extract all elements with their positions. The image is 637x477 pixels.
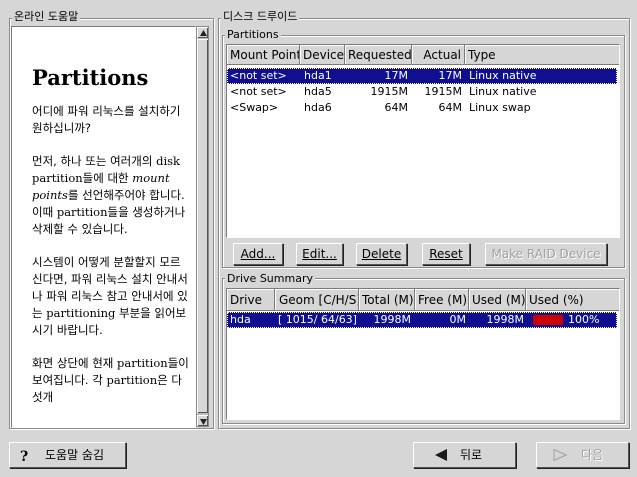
scroll-down-arrow-icon[interactable] — [197, 415, 208, 426]
column-header-drive[interactable]: Drive — [227, 289, 275, 311]
help-scrollbar[interactable] — [196, 26, 209, 427]
column-header-type[interactable]: Type — [465, 45, 619, 65]
help-heading: Partitions — [32, 65, 149, 90]
column-header-mount-point[interactable]: Mount Point — [227, 45, 300, 65]
column-header-free[interactable]: Free (M) — [415, 289, 469, 311]
usage-percent-label: 100% — [568, 313, 600, 326]
help-text-view[interactable]: Partitions 어디에 파워 리눅스를 설치하기 원하십니까? 먼저, 하… — [11, 26, 196, 428]
partitions-group-label: Partitions — [225, 28, 281, 41]
table-row[interactable]: hda [ 1015/ 64/63] 1998M 0M 1998M 100% — [227, 312, 617, 328]
help-paragraph-1: 어디에 파워 리눅스를 설치하기 원하십니까? — [32, 104, 181, 135]
column-header-used[interactable]: Used (M) — [469, 289, 526, 311]
edit-button[interactable]: Edit... — [296, 243, 343, 265]
help-panel-title: 온라인 도움말 — [12, 10, 81, 23]
column-header-geom[interactable]: Geom [C/H/S] — [275, 289, 359, 311]
drive-summary-group-label: Drive Summary — [225, 272, 315, 285]
usage-bar-fill — [533, 315, 563, 325]
scroll-up-arrow-icon[interactable] — [197, 27, 208, 38]
column-header-total[interactable]: Total (M) — [359, 289, 415, 311]
delete-button[interactable]: Delete — [356, 243, 407, 265]
help-paragraph-3: 시스템이 어떻게 분할할지 모르신다면, 파워 리눅스 설치 안내서나 파워 리… — [32, 255, 188, 337]
make-raid-device-button[interactable]: Make RAID Device — [485, 243, 607, 265]
hide-help-button[interactable]: ? 도움말 숨김 — [9, 442, 126, 468]
partitions-table[interactable]: Mount Point Device Requested Actual Type… — [226, 44, 620, 238]
next-arrow-icon — [553, 449, 567, 461]
add-button[interactable]: Add... — [233, 243, 283, 265]
column-header-requested[interactable]: Requested — [345, 45, 412, 65]
next-button[interactable]: 다음 — [536, 442, 629, 468]
column-header-used-percent[interactable]: Used (%) — [526, 289, 619, 311]
help-paragraph-4: 화면 상단에 현재 partition들이 보여집니다. 각 partition… — [32, 356, 189, 404]
help-paragraph-2: 먼저, 하나 또는 여러개의 disk partition들에 대한 mount… — [32, 154, 186, 236]
help-icon: ? — [20, 449, 29, 465]
back-arrow-icon — [435, 449, 447, 461]
table-row[interactable]: <not set> hda5 1915M 1915M Linux native — [227, 84, 617, 100]
column-header-device[interactable]: Device — [300, 45, 345, 65]
drive-summary-table[interactable]: Drive Geom [C/H/S] Total (M) Free (M) Us… — [226, 288, 620, 420]
disk-druid-title: 디스크 드루이드 — [221, 10, 300, 23]
back-button[interactable]: 뒤로 — [413, 442, 516, 468]
column-header-actual[interactable]: Actual — [412, 45, 465, 65]
table-row[interactable]: <Swap> hda6 64M 64M Linux swap — [227, 100, 617, 116]
table-row[interactable]: <not set> hda1 17M 17M Linux native — [227, 68, 617, 84]
scroll-thumb[interactable] — [197, 39, 208, 413]
usage-bar — [533, 315, 563, 325]
reset-button[interactable]: Reset — [422, 243, 470, 265]
